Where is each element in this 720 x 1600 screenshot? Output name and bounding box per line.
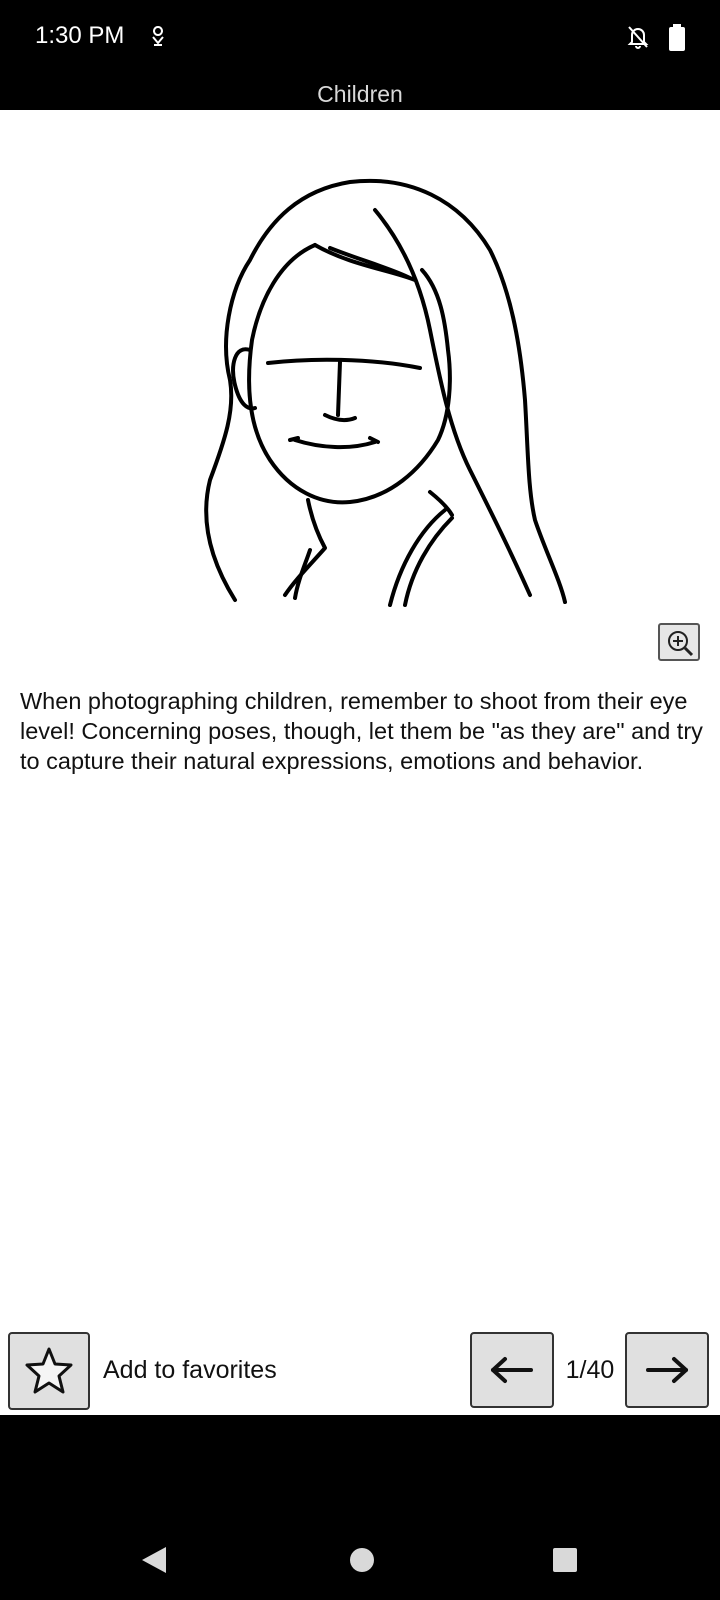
location-pin-icon xyxy=(150,24,166,53)
star-icon xyxy=(25,1347,73,1394)
notifications-off-icon xyxy=(626,24,650,55)
bottom-action-bar: Add to favorites 1/40 xyxy=(0,1320,720,1415)
back-icon[interactable] xyxy=(140,1545,168,1580)
battery-icon xyxy=(668,24,686,57)
zoom-in-icon xyxy=(668,631,694,657)
next-button[interactable] xyxy=(625,1332,709,1408)
add-to-favorites-label[interactable]: Add to favorites xyxy=(103,1356,277,1385)
arrow-left-icon xyxy=(491,1357,533,1383)
page-title-bar: Children xyxy=(0,78,720,110)
status-time: 1:30 PM xyxy=(35,22,125,49)
system-nav-bar xyxy=(0,1415,720,1600)
recents-icon[interactable] xyxy=(551,1545,579,1580)
home-icon[interactable] xyxy=(348,1545,376,1580)
previous-button[interactable] xyxy=(470,1332,554,1408)
add-to-favorites-button[interactable] xyxy=(8,1332,90,1410)
status-bar: 1:30 PM xyxy=(0,0,720,78)
arrow-right-icon xyxy=(646,1357,688,1383)
zoom-button[interactable] xyxy=(658,623,700,661)
page-indicator: 1/40 xyxy=(565,1356,615,1384)
page-title: Children xyxy=(317,81,403,107)
pose-card: When photographing children, remember to… xyxy=(0,110,720,1415)
sketch-portrait-illustration xyxy=(190,170,590,640)
pose-tip-text: When photographing children, remember to… xyxy=(20,688,703,774)
